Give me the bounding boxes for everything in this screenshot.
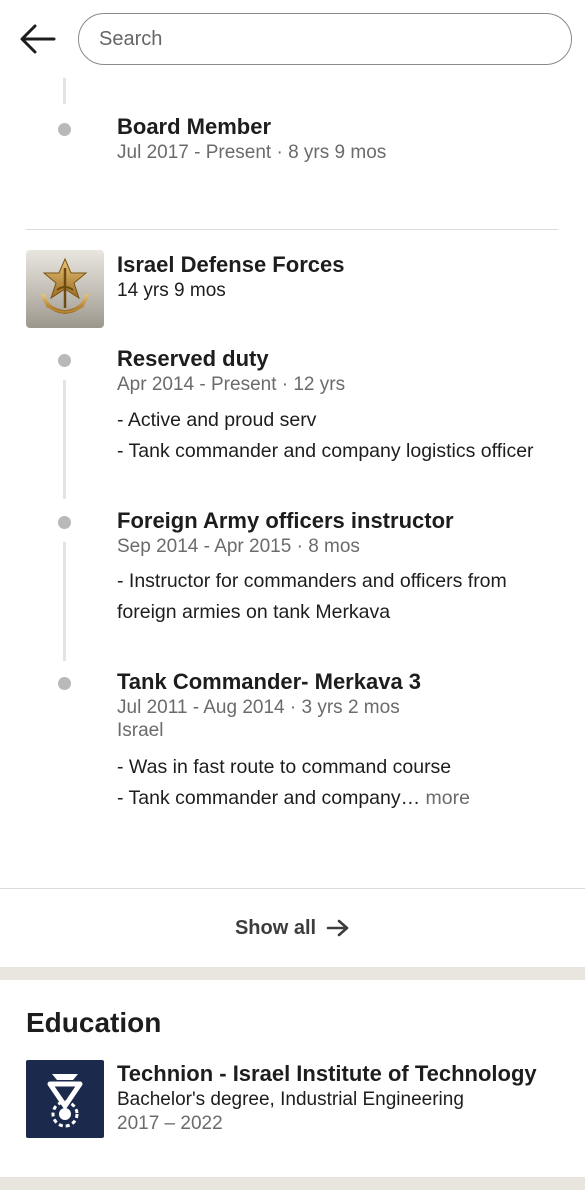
degree: Bachelor's degree, Industrial Engineerin… — [117, 1089, 464, 1110]
role-description-line: - Tank commander and company logistics o… — [117, 440, 534, 462]
role-title: Foreign Army officers instructor — [117, 508, 454, 533]
role-dates: Jul 2017 - Present · 8 yrs 9 mos — [117, 142, 387, 163]
timeline-line — [63, 380, 66, 499]
technion-logo-icon — [47, 1074, 83, 1128]
top-bar — [0, 0, 585, 78]
show-all-label: Show all — [234, 916, 317, 939]
role-description-line: - Instructor for commanders and officers… — [117, 570, 507, 592]
education-years: 2017 – 2022 — [117, 1113, 223, 1134]
education-heading: Education — [26, 1007, 162, 1038]
idf-emblem-icon — [41, 257, 89, 315]
arrow-right-icon — [326, 919, 349, 937]
role-description-truncated: - Tank commander and company… more — [117, 783, 470, 814]
arrow-left-icon — [20, 24, 56, 54]
role-description-line: - Was in fast route to command course — [117, 756, 452, 778]
show-all-button[interactable]: Show all — [0, 889, 585, 967]
role-description-line: - Active and proud serv — [117, 409, 317, 431]
role-title: Board Member — [117, 114, 272, 139]
timeline-line — [63, 78, 66, 104]
role-title: Tank Commander- Merkava 3 — [117, 669, 422, 694]
technion-logo[interactable] — [26, 1060, 104, 1138]
school-name[interactable]: Technion - Israel Institute of Technolog… — [117, 1061, 537, 1087]
search-input[interactable] — [79, 14, 571, 64]
timeline-dot — [58, 354, 71, 367]
role-location: Israel — [117, 720, 164, 741]
timeline-dot — [58, 123, 71, 136]
role-dates: Apr 2014 - Present · 12 yrs — [117, 374, 346, 395]
timeline-line — [63, 542, 66, 661]
see-more-link[interactable]: more — [426, 787, 470, 809]
company-name[interactable]: Israel Defense Forces — [117, 252, 344, 278]
back-button[interactable] — [18, 22, 58, 56]
company-duration: 14 yrs 9 mos — [117, 280, 226, 301]
role-dates: Jul 2011 - Aug 2014 · 3 yrs 2 mos — [117, 697, 400, 718]
idf-emblem-logo[interactable] — [26, 250, 104, 328]
section-divider — [26, 229, 558, 230]
timeline-dot — [58, 516, 71, 529]
section-separator-band — [0, 1177, 585, 1190]
role-title: Reserved duty — [117, 346, 269, 371]
role-description-line: - Tank commander and company… — [117, 787, 421, 809]
section-separator-band — [0, 967, 585, 980]
timeline-dot — [58, 677, 71, 690]
role-dates: Sep 2014 - Apr 2015 · 8 mos — [117, 536, 360, 557]
role-description-line: foreign armies on tank Merkava — [117, 601, 391, 623]
search-bar[interactable] — [78, 13, 572, 65]
